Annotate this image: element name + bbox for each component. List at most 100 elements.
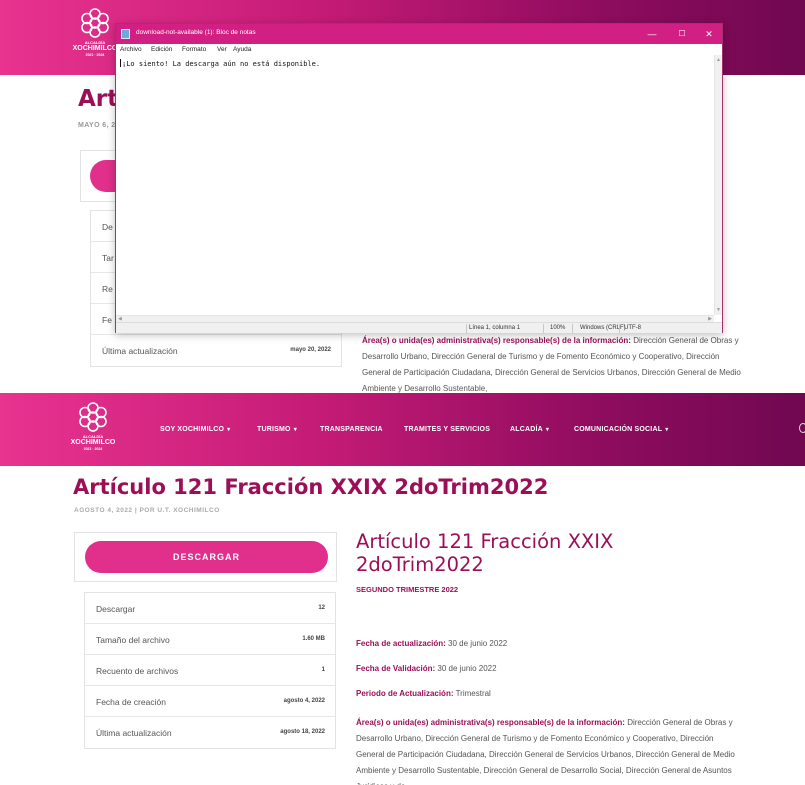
text-editor-area[interactable]: ¡Lo siento! La descarga aún no está disp… <box>116 55 714 315</box>
page-title: Artículo 121 Fracción XXIX 2doTrim2022 <box>73 475 549 499</box>
nav-soy-xochimilco[interactable]: SOY XOCHIMILCO ▾ <box>160 426 230 433</box>
article-meta: AGOSTO 4, 2022 | POR U.T. XOCHIMILCO <box>74 507 220 514</box>
content-subtitle: SEGUNDO TRIMESTRE 2022 <box>356 585 459 594</box>
row-label: De <box>102 222 113 232</box>
table-row: Descargar 12 <box>85 593 335 624</box>
areas-label: Área(s) o unida(es) administrativa(s) re… <box>362 336 631 345</box>
flower-logo-icon <box>79 402 107 432</box>
file-info-table: Descargar 12 Tamaño del archivo 1.60 MB Re… <box>84 592 336 749</box>
logo-text: ALCALDÍA XOCHIMILCO 2021 · 2024 <box>70 40 120 57</box>
row-value: mayo 20, 2022 <box>290 347 331 353</box>
logo-line2: XOCHIMILCO <box>72 45 118 52</box>
article-content: Artículo 121 Fracción XXIX 2doTrim2022 S… <box>356 530 746 785</box>
window-title: download-not-available (1): Bloc de nota… <box>136 29 256 36</box>
row-value: 12 <box>318 605 325 611</box>
row-value: 1 <box>321 667 325 673</box>
close-button[interactable]: ✕ <box>694 24 724 44</box>
nav-label: COMUNICACIÓN SOCIAL <box>574 426 663 433</box>
areas-value: Dirección General de Obras y Desarrollo … <box>356 718 735 785</box>
menu-bar: Archivo Edición Formato Ver Ayuda <box>116 44 722 55</box>
scroll-up-icon[interactable]: ▲ <box>716 57 721 63</box>
nav-turismo[interactable]: TURISMO ▾ <box>257 426 297 433</box>
text-caret <box>120 59 121 67</box>
table-row: Última actualización mayo 20, 2022 <box>91 335 341 366</box>
validation-date-label: Fecha de Validación: <box>356 664 436 673</box>
status-zoom: 100% <box>550 325 566 331</box>
row-label: Última actualización <box>102 346 178 356</box>
site-logo[interactable]: ALCALDÍA XOCHIMILCO 2021 · 2024 <box>70 6 120 66</box>
responsible-areas-text: Área(s) o unida(es) administrativa(s) re… <box>356 715 744 785</box>
logo-line2: XOCHIMILCO <box>70 439 116 446</box>
chevron-down-icon: ▾ <box>665 427 669 433</box>
flower-logo-icon <box>81 8 109 38</box>
menu-edicion[interactable]: Edición <box>151 46 172 53</box>
nav-label: ALCADÍA <box>510 426 543 433</box>
search-icon[interactable] <box>799 423 805 433</box>
minimize-button[interactable]: — <box>637 24 667 44</box>
nav-label: TRAMITES Y SERVICIOS <box>404 426 491 433</box>
row-label: Re <box>102 284 113 294</box>
table-row: Fecha de creación agosto 4, 2022 <box>85 686 335 717</box>
table-row: Recuento de archivos 1 <box>85 655 335 686</box>
site-header: ALCALDÍA XOCHIMILCO 2021 · 2024 SOY XOCH… <box>0 393 805 466</box>
status-separator <box>572 324 573 333</box>
row-label: Tar <box>102 253 114 263</box>
nav-label: TURISMO <box>257 426 291 433</box>
table-row: Última actualización agosto 18, 2022 <box>85 717 335 748</box>
update-date-label: Fecha de actualización: <box>356 639 446 648</box>
chevron-down-icon: ▾ <box>293 427 297 433</box>
maximize-button[interactable]: ☐ <box>667 24 697 44</box>
nav-tramites-servicios[interactable]: TRAMITES Y SERVICIOS <box>404 426 490 433</box>
content-title: Artículo 121 Fracción XXIX 2doTrim2022 <box>356 530 614 576</box>
notepad-window: download-not-available (1): Bloc de nota… <box>115 23 723 333</box>
horizontal-scrollbar[interactable]: ◀ ▶ <box>116 315 714 322</box>
status-separator <box>619 324 620 333</box>
status-bar: Línea 1, columna 1 100% Windows (CRLF) U… <box>116 322 722 333</box>
logo-text: ALCALDÍA XOCHIMILCO 2021 · 2024 <box>68 434 118 451</box>
status-separator <box>466 324 467 333</box>
menu-ver[interactable]: Ver <box>217 46 227 53</box>
editor-content: ¡Lo siento! La descarga aún no está disp… <box>122 60 321 68</box>
menu-formato[interactable]: Formato <box>182 46 206 53</box>
chevron-down-icon: ▾ <box>545 427 550 433</box>
update-date-value: 30 de junio 2022 <box>448 639 508 648</box>
row-label: Última actualización <box>96 728 172 738</box>
row-label: Descargar <box>96 604 136 614</box>
scroll-down-icon[interactable]: ▼ <box>716 307 721 313</box>
top-article-meta: MAYO 6, 2 <box>78 122 116 129</box>
areas-label: Área(s) o unida(es) administrativa(s) re… <box>356 718 625 727</box>
menu-ayuda[interactable]: Ayuda <box>233 46 251 53</box>
menu-archivo[interactable]: Archivo <box>120 46 142 53</box>
row-label: Fe <box>102 315 112 325</box>
vertical-scrollbar[interactable]: ▲ ▼ <box>714 55 722 315</box>
nav-alcaldia[interactable]: ALCADÍA ▾ <box>510 426 549 433</box>
update-period-line: Periodo de Actualización: Trimestral <box>356 689 491 698</box>
status-encoding: UTF-8 <box>624 325 641 331</box>
update-period-value: Trimestral <box>455 689 491 698</box>
nav-transparencia[interactable]: TRANSPARENCIA <box>320 426 383 433</box>
row-value: 1.60 MB <box>302 636 325 642</box>
row-label: Fecha de creación <box>96 697 166 707</box>
table-row: Tamaño del archivo 1.60 MB <box>85 624 335 655</box>
download-card: DESCARGAR <box>74 532 337 582</box>
nav-comunicacion-social[interactable]: COMUNICACIÓN SOCIAL ▾ <box>574 426 668 433</box>
editor-text-line: ¡Lo siento! La descarga aún no está disp… <box>120 59 320 68</box>
logo-line3: 2021 · 2024 <box>85 53 105 57</box>
status-cursor-position: Línea 1, columna 1 <box>469 325 521 331</box>
status-separator <box>543 324 544 333</box>
logo-line3: 2021 · 2024 <box>83 447 103 451</box>
nav-label: TRANSPARENCIA <box>320 426 383 433</box>
update-date-line: Fecha de actualización: 30 de junio 2022 <box>356 639 507 648</box>
nav-label: SOY XOCHIMILCO <box>160 426 225 433</box>
bottom-page: ALCALDÍA XOCHIMILCO 2021 · 2024 SOY XOCH… <box>0 393 805 785</box>
row-label: Tamaño del archivo <box>96 635 170 645</box>
site-logo[interactable]: ALCALDÍA XOCHIMILCO 2021 · 2024 <box>68 400 118 460</box>
notepad-app-icon <box>121 29 130 39</box>
row-value: agosto 4, 2022 <box>283 698 325 704</box>
download-button[interactable]: DESCARGAR <box>85 541 328 573</box>
validation-date-value: 30 de junio 2022 <box>437 664 497 673</box>
top-areas-text: Área(s) o unida(es) administrativa(s) re… <box>362 333 742 393</box>
screenshot-composite: ALCALDÍA XOCHIMILCO 2021 · 2024 Artí MAY… <box>0 0 805 785</box>
window-title-bar[interactable]: download-not-available (1): Bloc de nota… <box>116 24 722 44</box>
update-period-label: Periodo de Actualización: <box>356 689 454 698</box>
